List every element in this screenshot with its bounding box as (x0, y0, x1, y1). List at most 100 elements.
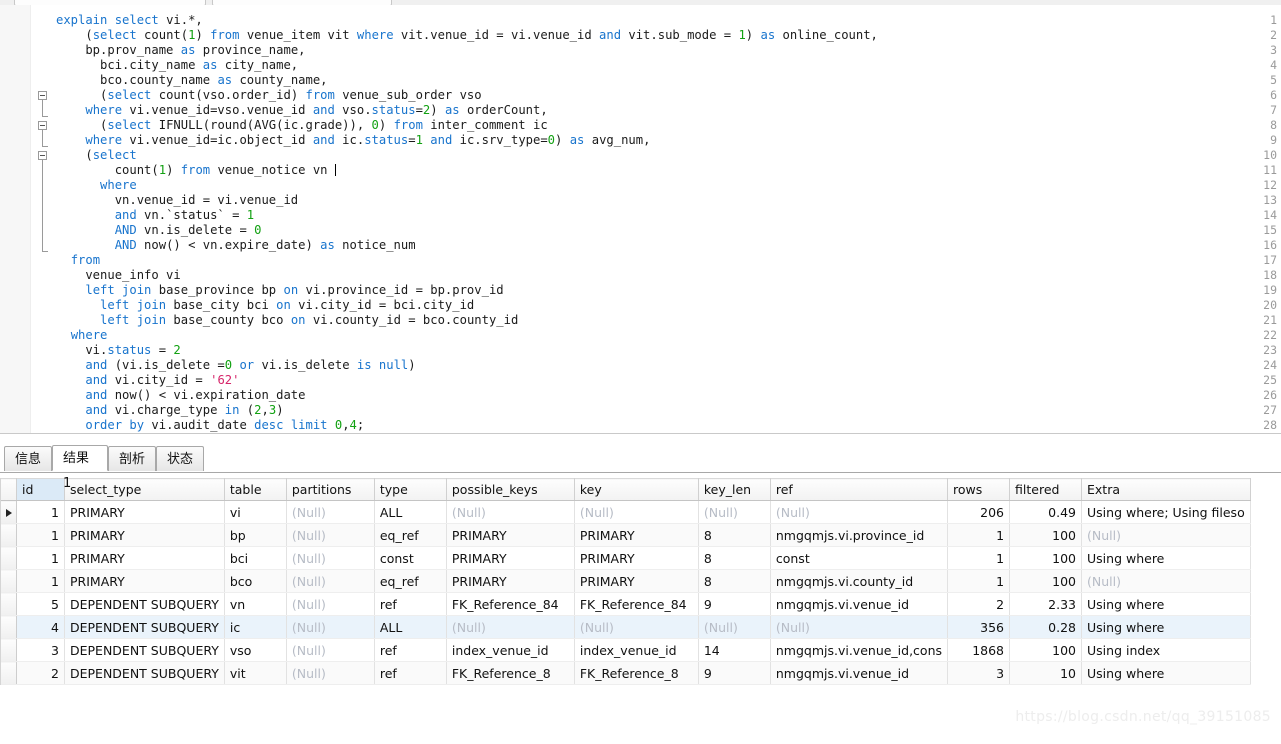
tab-4[interactable]: 状态 (156, 446, 204, 471)
cell-id[interactable]: 1 (16, 500, 65, 524)
table-row[interactable]: 1 PRIMARY bp (Null) eq_ref PRIMARY PRIMARY 8 nmg… (1, 523, 1251, 547)
code-line[interactable]: bp.prov_name as province_name, (56, 43, 305, 58)
cell-extra[interactable]: Using index (1081, 638, 1251, 662)
row-selector-cell[interactable] (1, 546, 17, 570)
cell-select_type[interactable]: DEPENDENT SUBQUERY (64, 661, 225, 685)
cell-partitions[interactable]: (Null) (286, 569, 375, 593)
cell-id[interactable]: 1 (16, 546, 65, 570)
code-line[interactable]: from (56, 253, 100, 268)
code-line[interactable]: AND now() < vn.expire_date) as notice_nu… (56, 238, 416, 253)
cell-possible_keys[interactable]: index_venue_id (446, 638, 575, 662)
code-line[interactable]: venue_info vi (56, 268, 180, 283)
cell-table[interactable]: vit (224, 661, 287, 685)
table-row[interactable]: 1 PRIMARY bco (Null) eq_ref PRIMARY PRIMARY 8 nm… (1, 569, 1251, 593)
row-selector-cell[interactable] (1, 615, 17, 639)
column-header-select_type[interactable]: select_type (64, 478, 225, 501)
cell-rows[interactable]: 3 (947, 661, 1011, 685)
cell-id[interactable]: 1 (16, 569, 65, 593)
cell-rows[interactable]: 1 (947, 523, 1011, 547)
cell-select_type[interactable]: DEPENDENT SUBQUERY (64, 638, 225, 662)
cell-id[interactable]: 4 (16, 615, 65, 639)
row-selector-cell[interactable] (1, 661, 17, 685)
cell-key[interactable]: FK_Reference_8 (574, 661, 699, 685)
cell-possible_keys[interactable]: (Null) (446, 500, 575, 524)
cell-key[interactable]: (Null) (574, 615, 699, 639)
cell-ref[interactable]: (Null) (770, 615, 949, 639)
cell-key_len[interactable]: 9 (698, 592, 771, 616)
cell-partitions[interactable]: (Null) (286, 500, 375, 524)
code-line[interactable]: (select (56, 148, 136, 163)
cell-extra[interactable]: (Null) (1081, 569, 1251, 593)
cell-select_type[interactable]: PRIMARY (64, 569, 225, 593)
column-header-possible_keys[interactable]: possible_keys (446, 478, 575, 501)
cell-filtered[interactable]: 100 (1009, 546, 1083, 570)
cell-key[interactable]: FK_Reference_84 (574, 592, 699, 616)
cell-key_len[interactable]: 8 (698, 569, 771, 593)
cell-table[interactable]: bco (224, 569, 287, 593)
code-line[interactable]: bci.city_name as city_name, (56, 58, 298, 73)
cell-partitions[interactable]: (Null) (286, 615, 375, 639)
cell-id[interactable]: 5 (16, 592, 65, 616)
cell-ref[interactable]: nmgqmjs.vi.venue_id,cons (770, 638, 949, 662)
cell-rows[interactable]: 1868 (947, 638, 1011, 662)
code-line[interactable]: count(1) from venue_notice vn (56, 163, 336, 178)
fold-collapse-icon[interactable] (38, 91, 47, 100)
cell-id[interactable]: 3 (16, 638, 65, 662)
cell-ref[interactable]: nmgqmjs.vi.province_id (770, 523, 949, 547)
code-line[interactable]: and now() < vi.expiration_date (56, 388, 305, 403)
code-line[interactable]: and vn.`status` = 1 (56, 208, 254, 223)
cell-table[interactable]: vi (224, 500, 287, 524)
code-line[interactable]: where vi.venue_id=vso.venue_id and vso.s… (56, 103, 547, 118)
code-line[interactable]: explain select vi.*, (56, 13, 203, 28)
cell-key_len[interactable]: 8 (698, 523, 771, 547)
code-line[interactable]: bco.county_name as county_name, (56, 73, 328, 88)
code-line[interactable]: and (vi.is_delete =0 or vi.is_delete is … (56, 358, 415, 373)
cell-possible_keys[interactable]: FK_Reference_8 (446, 661, 575, 685)
cell-select_type[interactable]: PRIMARY (64, 546, 225, 570)
cell-key_len[interactable]: (Null) (698, 500, 771, 524)
cell-possible_keys[interactable]: PRIMARY (446, 546, 575, 570)
cell-key[interactable]: PRIMARY (574, 523, 699, 547)
cell-rows[interactable]: 2 (947, 592, 1011, 616)
table-body[interactable]: 1 PRIMARY vi (Null) ALL (Null) (Null) (Null) (Nu… (1, 500, 1251, 685)
cell-key[interactable]: PRIMARY (574, 546, 699, 570)
column-header-ref[interactable]: ref (770, 478, 949, 501)
cell-type[interactable]: ALL (374, 500, 447, 524)
tab-3[interactable]: 剖析 (108, 446, 156, 471)
code-line[interactable]: where vi.venue_id=ic.object_id and ic.st… (56, 133, 650, 148)
cell-filtered[interactable]: 100 (1009, 523, 1083, 547)
column-header-table[interactable]: table (224, 478, 287, 501)
cell-select_type[interactable]: PRIMARY (64, 500, 225, 524)
code-line[interactable]: left join base_city bci on vi.city_id = … (56, 298, 474, 313)
cell-type[interactable]: ref (374, 638, 447, 662)
code-line[interactable]: and vi.city_id = '62' (56, 373, 239, 388)
cell-key[interactable]: PRIMARY (574, 569, 699, 593)
cell-extra[interactable]: Using where (1081, 661, 1251, 685)
fold-collapse-icon[interactable] (38, 121, 47, 130)
column-header-filtered[interactable]: filtered (1009, 478, 1083, 501)
cell-possible_keys[interactable]: PRIMARY (446, 523, 575, 547)
cell-partitions[interactable]: (Null) (286, 592, 375, 616)
explain-result-grid[interactable]: id select_type table partitions type possible… (0, 478, 1251, 685)
column-header-extra[interactable]: Extra (1081, 478, 1251, 501)
code-line[interactable]: and vi.charge_type in (2,3) (56, 403, 283, 418)
cell-rows[interactable]: 206 (947, 500, 1011, 524)
column-header-key_len[interactable]: key_len (698, 478, 771, 501)
cell-type[interactable]: ALL (374, 615, 447, 639)
table-row[interactable]: 1 PRIMARY vi (Null) ALL (Null) (Null) (Null) (Nu… (1, 500, 1251, 524)
cell-type[interactable]: eq_ref (374, 523, 447, 547)
cell-key[interactable]: index_venue_id (574, 638, 699, 662)
code-line[interactable]: (select count(vso.order_id) from venue_s… (56, 88, 482, 103)
cell-table[interactable]: vso (224, 638, 287, 662)
sql-code-editor[interactable]: 1 2 3 4 5 6 7 8 9 10 11 12 13 14 15 16 17 18 19 20 21 22 23 24 2… (0, 5, 1281, 433)
cell-key_len[interactable]: (Null) (698, 615, 771, 639)
cell-extra[interactable]: Using where (1081, 615, 1251, 639)
cell-extra[interactable]: Using where (1081, 546, 1251, 570)
code-line[interactable]: AND vn.is_delete = 0 (56, 223, 262, 238)
cell-select_type[interactable]: DEPENDENT SUBQUERY (64, 592, 225, 616)
explain-table[interactable]: id select_type table partitions type possible… (1, 478, 1251, 685)
column-header-partitions[interactable]: partitions (286, 478, 375, 501)
cell-ref[interactable]: nmgqmjs.vi.county_id (770, 569, 949, 593)
cell-ref[interactable]: const (770, 546, 949, 570)
row-selector-cell[interactable] (1, 523, 17, 547)
